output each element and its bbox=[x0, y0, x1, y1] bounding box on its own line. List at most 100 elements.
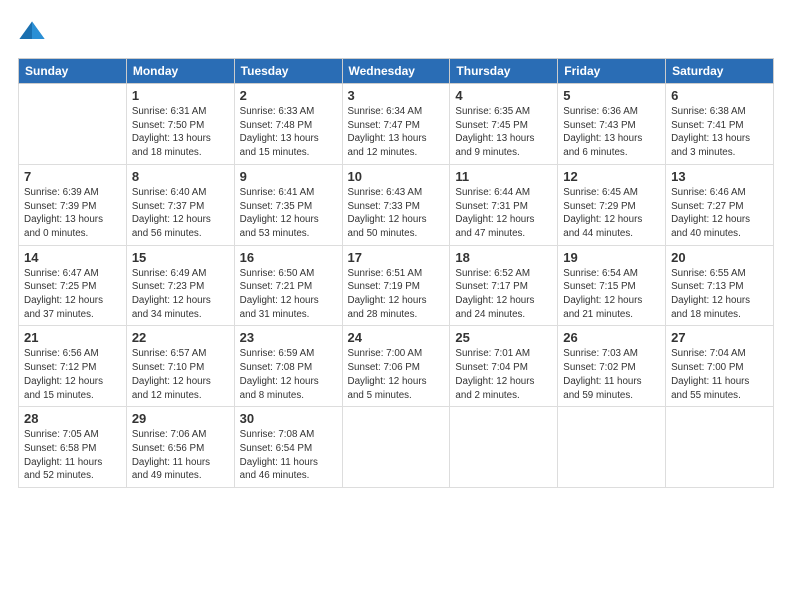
day-number: 29 bbox=[132, 411, 229, 426]
calendar-week-row: 21 Sunrise: 6:56 AM Sunset: 7:12 PM Dayli… bbox=[19, 326, 774, 407]
calendar-cell: 1 Sunrise: 6:31 AM Sunset: 7:50 PM Daylig… bbox=[126, 84, 234, 165]
day-info: Sunrise: 7:08 AM Sunset: 6:54 PM Dayligh… bbox=[240, 428, 337, 483]
day-number: 26 bbox=[563, 330, 660, 345]
calendar-cell: 20 Sunrise: 6:55 AM Sunset: 7:13 PM Dayli… bbox=[666, 245, 774, 326]
day-number: 10 bbox=[348, 169, 445, 184]
day-info: Sunrise: 6:54 AM Sunset: 7:15 PM Dayligh… bbox=[563, 267, 660, 322]
calendar-header-sunday: Sunday bbox=[19, 59, 127, 84]
calendar-cell: 7Sunrise: 6:39 AM Sunset: 7:39 PM Daylig… bbox=[19, 164, 127, 245]
calendar-header-thursday: Thursday bbox=[450, 59, 558, 84]
day-info: Sunrise: 6:31 AM Sunset: 7:50 PM Dayligh… bbox=[132, 105, 229, 160]
day-number: 20 bbox=[671, 250, 768, 265]
calendar-cell: 18 Sunrise: 6:52 AM Sunset: 7:17 PM Dayli… bbox=[450, 245, 558, 326]
calendar-cell: 29 Sunrise: 7:06 AM Sunset: 6:56 PM Dayli… bbox=[126, 407, 234, 488]
calendar-cell: 12 Sunrise: 6:45 AM Sunset: 7:29 PM Dayli… bbox=[558, 164, 666, 245]
day-info: Sunrise: 6:52 AM Sunset: 7:17 PM Dayligh… bbox=[455, 267, 552, 322]
calendar-cell: 15Sunrise: 6:49 AM Sunset: 7:23 PM Dayli… bbox=[126, 245, 234, 326]
calendar-cell: 17 Sunrise: 6:51 AM Sunset: 7:19 PM Dayli… bbox=[342, 245, 450, 326]
calendar-cell bbox=[342, 407, 450, 488]
calendar-cell: 26 Sunrise: 7:03 AM Sunset: 7:02 PM Dayli… bbox=[558, 326, 666, 407]
day-number: 16 bbox=[240, 250, 337, 265]
day-info: Sunrise: 6:50 AM Sunset: 7:21 PM Dayligh… bbox=[240, 267, 337, 322]
day-info: Sunrise: 7:01 AM Sunset: 7:04 PM Dayligh… bbox=[455, 347, 552, 402]
day-info: Sunrise: 6:46 AM Sunset: 7:27 PM Dayligh… bbox=[671, 186, 768, 241]
day-info: Sunrise: 7:06 AM Sunset: 6:56 PM Dayligh… bbox=[132, 428, 229, 483]
day-number: 12 bbox=[563, 169, 660, 184]
day-info: Sunrise: 6:38 AM Sunset: 7:41 PM Dayligh… bbox=[671, 105, 768, 160]
logo-icon bbox=[18, 18, 46, 46]
calendar-cell: 10 Sunrise: 6:43 AM Sunset: 7:33 PM Dayli… bbox=[342, 164, 450, 245]
calendar-header-saturday: Saturday bbox=[666, 59, 774, 84]
calendar-cell: 11 Sunrise: 6:44 AM Sunset: 7:31 PM Dayli… bbox=[450, 164, 558, 245]
day-number: 11 bbox=[455, 169, 552, 184]
day-number: 3 bbox=[348, 88, 445, 103]
calendar-week-row: 28Sunrise: 7:05 AM Sunset: 6:58 PM Dayli… bbox=[19, 407, 774, 488]
calendar-cell: 28Sunrise: 7:05 AM Sunset: 6:58 PM Dayli… bbox=[19, 407, 127, 488]
day-number: 27 bbox=[671, 330, 768, 345]
calendar-cell: 19 Sunrise: 6:54 AM Sunset: 7:15 PM Dayli… bbox=[558, 245, 666, 326]
day-info: Sunrise: 7:00 AM Sunset: 7:06 PM Dayligh… bbox=[348, 347, 445, 402]
calendar-cell bbox=[450, 407, 558, 488]
day-info: Sunrise: 6:59 AM Sunset: 7:08 PM Dayligh… bbox=[240, 347, 337, 402]
day-number: 21 bbox=[24, 330, 121, 345]
day-info: Sunrise: 6:35 AM Sunset: 7:45 PM Dayligh… bbox=[455, 105, 552, 160]
calendar-header-monday: Monday bbox=[126, 59, 234, 84]
day-info: Sunrise: 6:49 AM Sunset: 7:23 PM Dayligh… bbox=[132, 267, 229, 322]
day-info: Sunrise: 6:41 AM Sunset: 7:35 PM Dayligh… bbox=[240, 186, 337, 241]
calendar-cell: 21 Sunrise: 6:56 AM Sunset: 7:12 PM Dayli… bbox=[19, 326, 127, 407]
day-number: 23 bbox=[240, 330, 337, 345]
day-number: 30 bbox=[240, 411, 337, 426]
day-number: 6 bbox=[671, 88, 768, 103]
day-info: Sunrise: 6:40 AM Sunset: 7:37 PM Dayligh… bbox=[132, 186, 229, 241]
calendar-header-tuesday: Tuesday bbox=[234, 59, 342, 84]
day-info: Sunrise: 6:43 AM Sunset: 7:33 PM Dayligh… bbox=[348, 186, 445, 241]
calendar-cell: 16 Sunrise: 6:50 AM Sunset: 7:21 PM Dayli… bbox=[234, 245, 342, 326]
day-number: 22 bbox=[132, 330, 229, 345]
calendar-cell: 14 Sunrise: 6:47 AM Sunset: 7:25 PM Dayli… bbox=[19, 245, 127, 326]
day-info: Sunrise: 7:04 AM Sunset: 7:00 PM Dayligh… bbox=[671, 347, 768, 402]
calendar-header-wednesday: Wednesday bbox=[342, 59, 450, 84]
calendar-week-row: 14 Sunrise: 6:47 AM Sunset: 7:25 PM Dayli… bbox=[19, 245, 774, 326]
day-number: 14 bbox=[24, 250, 121, 265]
day-info: Sunrise: 6:56 AM Sunset: 7:12 PM Dayligh… bbox=[24, 347, 121, 402]
calendar-header-friday: Friday bbox=[558, 59, 666, 84]
logo bbox=[18, 18, 50, 46]
day-number: 1 bbox=[132, 88, 229, 103]
calendar-cell: 22 Sunrise: 6:57 AM Sunset: 7:10 PM Dayli… bbox=[126, 326, 234, 407]
day-number: 13 bbox=[671, 169, 768, 184]
day-number: 5 bbox=[563, 88, 660, 103]
calendar-cell: 9 Sunrise: 6:41 AM Sunset: 7:35 PM Daylig… bbox=[234, 164, 342, 245]
day-info: Sunrise: 6:45 AM Sunset: 7:29 PM Dayligh… bbox=[563, 186, 660, 241]
calendar-cell: 8 Sunrise: 6:40 AM Sunset: 7:37 PM Daylig… bbox=[126, 164, 234, 245]
day-number: 7 bbox=[24, 169, 121, 184]
day-info: Sunrise: 6:34 AM Sunset: 7:47 PM Dayligh… bbox=[348, 105, 445, 160]
calendar-cell: 25 Sunrise: 7:01 AM Sunset: 7:04 PM Dayli… bbox=[450, 326, 558, 407]
calendar-week-row: 7Sunrise: 6:39 AM Sunset: 7:39 PM Daylig… bbox=[19, 164, 774, 245]
day-number: 28 bbox=[24, 411, 121, 426]
calendar-cell: 24 Sunrise: 7:00 AM Sunset: 7:06 PM Dayli… bbox=[342, 326, 450, 407]
day-number: 8 bbox=[132, 169, 229, 184]
day-info: Sunrise: 6:51 AM Sunset: 7:19 PM Dayligh… bbox=[348, 267, 445, 322]
calendar-cell bbox=[558, 407, 666, 488]
day-number: 18 bbox=[455, 250, 552, 265]
day-number: 17 bbox=[348, 250, 445, 265]
day-info: Sunrise: 7:03 AM Sunset: 7:02 PM Dayligh… bbox=[563, 347, 660, 402]
day-number: 9 bbox=[240, 169, 337, 184]
day-info: Sunrise: 6:44 AM Sunset: 7:31 PM Dayligh… bbox=[455, 186, 552, 241]
calendar-cell: 23 Sunrise: 6:59 AM Sunset: 7:08 PM Dayli… bbox=[234, 326, 342, 407]
day-info: Sunrise: 6:33 AM Sunset: 7:48 PM Dayligh… bbox=[240, 105, 337, 160]
day-info: Sunrise: 6:55 AM Sunset: 7:13 PM Dayligh… bbox=[671, 267, 768, 322]
calendar-cell: 27 Sunrise: 7:04 AM Sunset: 7:00 PM Dayli… bbox=[666, 326, 774, 407]
calendar-week-row: 1 Sunrise: 6:31 AM Sunset: 7:50 PM Daylig… bbox=[19, 84, 774, 165]
calendar-cell: 13 Sunrise: 6:46 AM Sunset: 7:27 PM Dayli… bbox=[666, 164, 774, 245]
day-number: 19 bbox=[563, 250, 660, 265]
day-info: Sunrise: 6:57 AM Sunset: 7:10 PM Dayligh… bbox=[132, 347, 229, 402]
header bbox=[18, 18, 774, 46]
day-number: 24 bbox=[348, 330, 445, 345]
page-container: SundayMondayTuesdayWednesdayThursdayFrid… bbox=[0, 0, 792, 498]
calendar-cell: 6 Sunrise: 6:38 AM Sunset: 7:41 PM Daylig… bbox=[666, 84, 774, 165]
day-number: 25 bbox=[455, 330, 552, 345]
day-info: Sunrise: 6:47 AM Sunset: 7:25 PM Dayligh… bbox=[24, 267, 121, 322]
calendar-header-row: SundayMondayTuesdayWednesdayThursdayFrid… bbox=[19, 59, 774, 84]
day-number: 4 bbox=[455, 88, 552, 103]
